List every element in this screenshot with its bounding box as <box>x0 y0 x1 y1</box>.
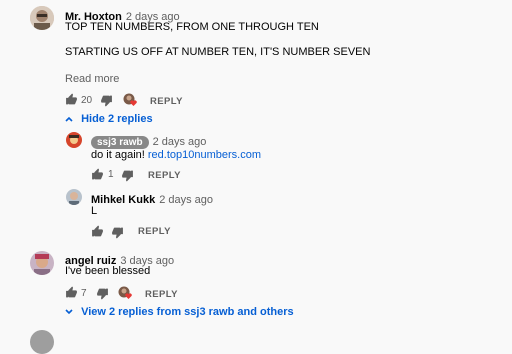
like-button[interactable] <box>65 93 78 106</box>
reply-text-body: do it again! <box>91 149 148 161</box>
avatar-image <box>66 132 82 148</box>
like-button[interactable] <box>65 286 78 299</box>
thumbs-up-icon <box>92 168 103 180</box>
comment-text-line: TOP TEN NUMBERS, FROM ONE THROUGH TEN <box>65 21 319 33</box>
avatar-angel-ruiz[interactable] <box>30 251 54 275</box>
reply-timestamp[interactable]: 2 days ago <box>153 136 207 148</box>
reply-author-chip[interactable]: ssj3 rawb <box>91 136 149 149</box>
avatar-image <box>66 189 82 205</box>
reply-header: ssj3 rawb 2 days ago <box>91 132 206 150</box>
reply-timestamp[interactable]: 2 days ago <box>159 194 213 206</box>
read-more-link[interactable]: Read more <box>65 73 119 85</box>
hide-replies-toggle[interactable]: Hide 2 replies <box>65 113 153 125</box>
creator-heart-badge <box>118 286 132 300</box>
thumbs-up-icon <box>92 225 103 237</box>
reply-button[interactable]: REPLY <box>148 170 181 181</box>
thumbs-up-icon <box>66 286 77 298</box>
thumbs-up-icon <box>66 93 77 105</box>
avatar-image <box>30 6 54 30</box>
reply-link[interactable]: red.top10numbers.com <box>148 149 261 161</box>
avatar-ssj3-rawb[interactable] <box>66 132 82 148</box>
reply-button[interactable]: REPLY <box>150 96 183 107</box>
avatar-image <box>30 251 54 275</box>
avatar-next-comment[interactable] <box>30 330 54 354</box>
avatar-mihkel-kukk[interactable] <box>66 189 82 205</box>
dislike-button[interactable] <box>111 226 124 239</box>
creator-heart-icon <box>118 286 132 299</box>
comment-text-line: STARTING US OFF AT NUMBER TEN, IT'S NUMB… <box>65 46 371 58</box>
dislike-button[interactable] <box>121 169 134 182</box>
reply-header: Mihkel Kukk 2 days ago <box>91 190 213 208</box>
reply-text: L <box>91 205 98 217</box>
thumbs-down-icon <box>112 227 123 239</box>
like-count: 1 <box>108 169 114 180</box>
like-button[interactable] <box>91 168 104 181</box>
chevron-up-icon <box>65 113 73 125</box>
reply-text: do it again! red.top10numbers.com <box>91 149 261 161</box>
reply-button[interactable]: REPLY <box>138 226 171 237</box>
dislike-button[interactable] <box>96 287 109 300</box>
dislike-button[interactable] <box>100 94 113 107</box>
view-replies-label: View 2 replies from ssj3 rawb and others <box>81 306 294 318</box>
hide-replies-label: Hide 2 replies <box>81 113 153 125</box>
creator-heart-icon <box>123 93 137 106</box>
like-button[interactable] <box>91 225 104 238</box>
chevron-down-icon <box>65 306 73 318</box>
like-count: 7 <box>81 288 87 299</box>
thumbs-down-icon <box>97 288 108 300</box>
like-count: 20 <box>81 95 93 106</box>
comment-text: I've been blessed <box>65 265 151 277</box>
avatar-mr-hoxton[interactable] <box>30 6 54 30</box>
creator-heart-badge <box>123 93 137 107</box>
thumbs-down-icon <box>122 170 133 182</box>
reply-button[interactable]: REPLY <box>145 289 178 300</box>
view-replies-toggle[interactable]: View 2 replies from ssj3 rawb and others <box>65 306 294 318</box>
reply-author[interactable]: Mihkel Kukk <box>91 194 155 206</box>
thumbs-down-icon <box>101 95 112 107</box>
